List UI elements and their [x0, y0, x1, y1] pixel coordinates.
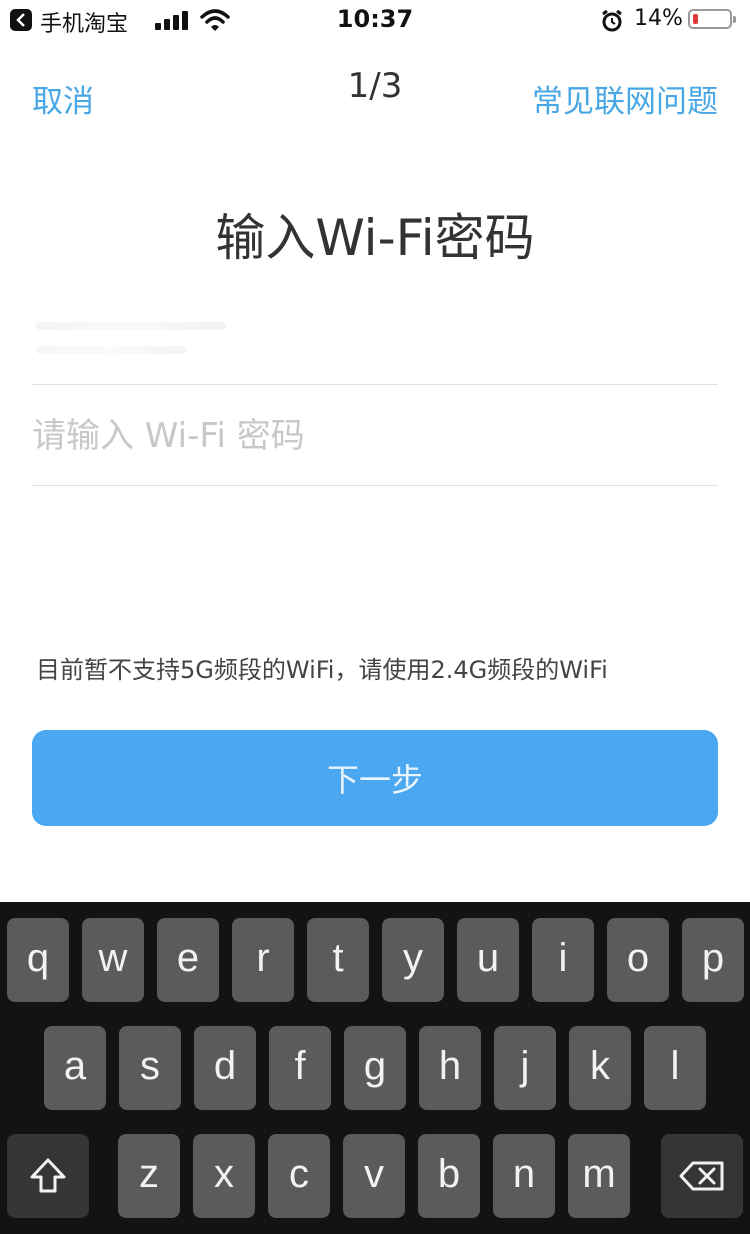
- battery-percent: 14%: [634, 6, 683, 31]
- wifi-name-field[interactable]: [32, 300, 718, 385]
- password-row: [32, 386, 718, 486]
- battery-level-fill: [693, 14, 698, 24]
- obscured-wifi-name: [36, 322, 226, 330]
- page-title: 输入Wi-Fi密码: [215, 209, 535, 267]
- key-l[interactable]: l: [644, 1026, 706, 1110]
- key-o[interactable]: o: [607, 918, 669, 1002]
- key-r[interactable]: r: [232, 918, 294, 1002]
- key-m[interactable]: m: [568, 1134, 630, 1218]
- obscured-wifi-name: [36, 346, 186, 354]
- key-s[interactable]: s: [119, 1026, 181, 1110]
- key-d[interactable]: d: [194, 1026, 256, 1110]
- delete-key[interactable]: [661, 1134, 743, 1218]
- key-f[interactable]: f: [269, 1026, 331, 1110]
- status-bar: 手机淘宝 10:37 14%: [0, 0, 750, 42]
- navigation-header: 取消 1/3 常见联网问题: [0, 58, 750, 128]
- alarm-icon: [602, 9, 622, 32]
- key-i[interactable]: i: [532, 918, 594, 1002]
- key-g[interactable]: g: [344, 1026, 406, 1110]
- key-b[interactable]: b: [418, 1134, 480, 1218]
- password-input[interactable]: [32, 408, 718, 464]
- key-z[interactable]: z: [118, 1134, 180, 1218]
- key-u[interactable]: u: [457, 918, 519, 1002]
- shift-icon: [30, 1158, 66, 1193]
- key-p[interactable]: p: [682, 918, 744, 1002]
- key-c[interactable]: c: [268, 1134, 330, 1218]
- band-notice: 目前暂不支持5G频段的WiFi，请使用2.4G频段的WiFi: [36, 656, 608, 684]
- shift-key[interactable]: [7, 1134, 89, 1218]
- key-j[interactable]: j: [494, 1026, 556, 1110]
- battery-icon: [688, 9, 736, 29]
- keyboard: qwertyuiop asdfghjkl zxcvbnm: [0, 902, 750, 1234]
- backspace-icon: [679, 1161, 724, 1191]
- faq-link[interactable]: 常见联网问题: [532, 76, 718, 121]
- key-k[interactable]: k: [569, 1026, 631, 1110]
- key-a[interactable]: a: [44, 1026, 106, 1110]
- key-x[interactable]: x: [193, 1134, 255, 1218]
- key-v[interactable]: v: [343, 1134, 405, 1218]
- key-h[interactable]: h: [419, 1026, 481, 1110]
- key-e[interactable]: e: [157, 918, 219, 1002]
- key-q[interactable]: q: [7, 918, 69, 1002]
- key-n[interactable]: n: [493, 1134, 555, 1218]
- key-t[interactable]: t: [307, 918, 369, 1002]
- key-w[interactable]: w: [82, 918, 144, 1002]
- next-button[interactable]: 下一步: [32, 730, 718, 826]
- key-y[interactable]: y: [382, 918, 444, 1002]
